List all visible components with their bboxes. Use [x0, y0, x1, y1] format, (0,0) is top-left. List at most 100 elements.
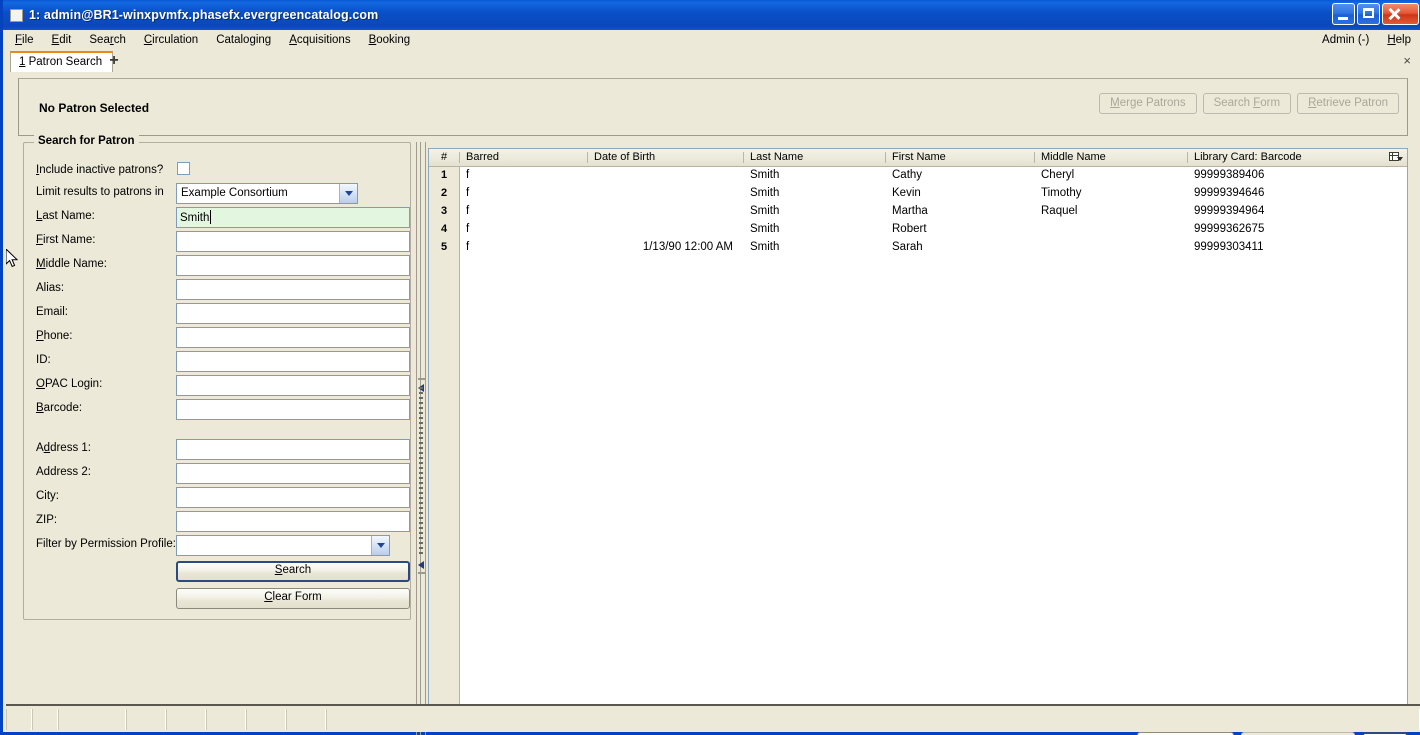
column-header-num[interactable]: #: [429, 149, 459, 166]
opac-login-input[interactable]: [176, 375, 410, 396]
cell-num: 4: [440, 223, 448, 235]
menu-item-acquisitions[interactable]: Acquisitions: [280, 32, 359, 48]
column-divider[interactable]: [743, 152, 744, 163]
splitter-line-left: [416, 142, 417, 735]
content-area: No Patron Selected Merge Patrons Search F…: [6, 72, 1420, 735]
splitter-cap-bottom: [418, 572, 425, 574]
form-row: Email:: [24, 303, 412, 327]
splitter-grip[interactable]: [419, 387, 423, 557]
city-input[interactable]: [176, 487, 410, 508]
middle-name-input[interactable]: [176, 255, 410, 276]
column-header-middle-name[interactable]: Middle Name: [1035, 149, 1187, 166]
address-1-input[interactable]: [176, 439, 410, 460]
panel-splitter[interactable]: [414, 142, 428, 735]
permission-profile-select[interactable]: [176, 535, 390, 556]
field-label: Limit results to patrons in: [36, 186, 164, 198]
id-input[interactable]: [176, 351, 410, 372]
table-row[interactable]: 2 f Smith Kevin Timothy 99999394646: [429, 185, 1407, 203]
maximize-button[interactable]: [1357, 3, 1380, 25]
menu-item-edit[interactable]: Edit: [43, 32, 81, 48]
cell-barcode: 99999303411: [1194, 241, 1264, 253]
window-frame: 1: admin@BR1-winxpvmfx.phasefx.evergreen…: [0, 0, 1420, 735]
window-controls: [1332, 3, 1419, 25]
minimize-button[interactable]: [1332, 3, 1355, 25]
chevron-down-icon[interactable]: [339, 184, 357, 203]
table-row[interactable]: 1 f Smith Cathy Cheryl 99999389406: [429, 167, 1407, 185]
select-value: Example Consortium: [181, 187, 288, 199]
column-header-barcode[interactable]: Library Card: Barcode: [1188, 149, 1388, 166]
patron-results-grid[interactable]: # Barred Date of Birth Last Name First Name M…: [428, 148, 1408, 726]
last-name-input[interactable]: [176, 207, 410, 228]
phone-input[interactable]: [176, 327, 410, 348]
tab-label: Patron Search: [25, 56, 103, 68]
menu-item-circulation[interactable]: Circulation: [135, 32, 207, 48]
new-tab-button[interactable]: +: [105, 52, 123, 70]
splitter-cap-top: [418, 378, 425, 380]
menu-item-search[interactable]: Search: [80, 32, 134, 48]
cell-dob: [588, 185, 743, 203]
cell-first-name: Martha: [892, 205, 928, 217]
column-header-barred[interactable]: Barred: [460, 149, 587, 166]
column-divider[interactable]: [587, 152, 588, 163]
clear-form-button[interactable]: Clear Form: [176, 588, 410, 609]
column-divider[interactable]: [1034, 152, 1035, 163]
menu-admin[interactable]: Admin (-): [1313, 32, 1378, 48]
field-label: Filter by Permission Profile:: [36, 538, 176, 550]
column-divider[interactable]: [885, 152, 886, 163]
field-label: First Name:: [36, 234, 96, 246]
alias-input[interactable]: [176, 279, 410, 300]
column-header-last-name[interactable]: Last Name: [744, 149, 885, 166]
cell-middle-name: Cheryl: [1041, 169, 1075, 181]
splitter-collapse-down-icon[interactable]: [417, 560, 425, 569]
column-header-dob[interactable]: Date of Birth: [588, 149, 743, 166]
tab-patron-search[interactable]: 1 Patron Search: [10, 51, 114, 72]
title-bar: 1: admin@BR1-winxpvmfx.phasefx.evergreen…: [3, 0, 1420, 30]
menu-help[interactable]: Help: [1378, 32, 1420, 48]
include-inactive-patrons-checkbox[interactable]: [177, 162, 190, 175]
menu-item-booking[interactable]: Booking: [360, 32, 420, 48]
close-button[interactable]: [1382, 3, 1419, 25]
search-panel: Search for Patron Include inactive patro…: [18, 135, 414, 698]
column-divider[interactable]: [459, 152, 460, 163]
cell-last-name: Smith: [750, 169, 780, 181]
cell-middle-name: [1035, 221, 1187, 239]
search-form-button[interactable]: Search Form: [1202, 93, 1292, 114]
email-input[interactable]: [176, 303, 410, 324]
cell-num: 5: [440, 241, 448, 253]
table-row[interactable]: 4 f Smith Robert 99999362675: [429, 221, 1407, 239]
limit-results-select[interactable]: Example Consortium: [176, 183, 358, 204]
chevron-down-icon[interactable]: [371, 536, 389, 555]
merge-patrons-button[interactable]: Merge Patrons: [1099, 93, 1197, 114]
cell-dob: [588, 203, 743, 221]
retrieve-patron-button[interactable]: Retrieve Patron: [1297, 93, 1399, 114]
status-cell: [286, 709, 326, 730]
close-tab-icon[interactable]: ×: [1403, 53, 1411, 68]
form-row: ID:: [24, 351, 412, 375]
patron-action-buttons: Merge Patrons Search Form Retrieve Patron: [1099, 93, 1399, 114]
address-2-input[interactable]: [176, 463, 410, 484]
menu-item-cataloging[interactable]: Cataloging: [207, 32, 280, 48]
column-header-first-name[interactable]: First Name: [886, 149, 1034, 166]
column-picker-icon[interactable]: [1387, 150, 1405, 165]
status-cell: [166, 709, 206, 730]
cell-last-name: Smith: [750, 187, 780, 199]
field-label: Last Name:: [36, 210, 95, 222]
cell-barred: f: [466, 187, 470, 199]
zip-input[interactable]: [176, 511, 410, 532]
menu-item-file[interactable]: File: [6, 32, 43, 48]
form-row: Filter by Permission Profile:: [24, 535, 412, 559]
search-group-title: Search for Patron: [34, 135, 139, 147]
search-button[interactable]: Search: [176, 561, 410, 582]
cell-barcode: 99999394646: [1194, 187, 1265, 199]
table-row[interactable]: 3 f Smith Martha Raquel 99999394964: [429, 203, 1407, 221]
column-divider[interactable]: [1187, 152, 1188, 163]
field-label: Address 2:: [36, 466, 91, 478]
field-label: Include inactive patrons?: [36, 164, 164, 176]
cell-first-name: Kevin: [892, 187, 921, 199]
first-name-input[interactable]: [176, 231, 410, 252]
barcode-input[interactable]: [176, 399, 410, 420]
cell-barcode: 99999389406: [1194, 169, 1265, 181]
table-row[interactable]: 5 f 1/13/90 12:00 AM Smith Sarah 99999303411: [429, 239, 1407, 257]
form-row: Address 1:: [24, 439, 412, 463]
maximize-icon: [1363, 8, 1374, 18]
